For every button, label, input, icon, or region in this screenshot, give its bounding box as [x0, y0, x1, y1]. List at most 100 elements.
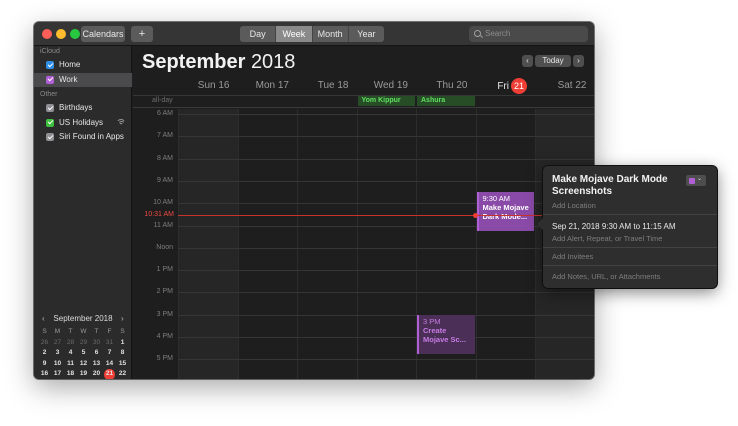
mini-day[interactable]: 26	[38, 338, 51, 349]
mini-day[interactable]: 12	[77, 359, 90, 370]
mini-day[interactable]: 15	[116, 359, 129, 370]
hour-label: 10 AM	[153, 199, 173, 207]
day-column[interactable]	[178, 109, 238, 379]
day-header[interactable]: Mon 17	[238, 78, 298, 94]
zoom-button[interactable]	[70, 29, 80, 39]
hour-gridline	[178, 180, 594, 182]
checkbox-icon[interactable]	[46, 118, 54, 127]
mini-day[interactable]: 9	[38, 359, 51, 370]
checkbox-icon[interactable]	[46, 104, 54, 112]
add-location-field[interactable]: Add Location	[552, 201, 596, 210]
hour-label: 11 AM	[153, 221, 173, 229]
all-day-event[interactable]: Ashura	[417, 96, 475, 106]
mini-day[interactable]: 5	[77, 348, 90, 359]
sidebar-group-label: Other	[40, 91, 58, 98]
checkbox-icon[interactable]	[46, 133, 54, 141]
next-week-button[interactable]: ›	[573, 55, 584, 67]
calendar-event[interactable]: 9:30 AM Make Mojave Dark Mode...	[476, 192, 534, 232]
tab-week[interactable]: Week	[276, 26, 313, 42]
event-date-time[interactable]: Sep 21, 2018 9:30 AM to 11:15 AM	[552, 222, 676, 231]
day-header-label: Fri	[497, 81, 509, 92]
calendar-color-picker[interactable]: ⌄	[686, 175, 706, 186]
search-input[interactable]: Search	[469, 26, 588, 42]
mini-day[interactable]: 4	[64, 348, 77, 359]
sidebar-item-work[interactable]: Work	[34, 72, 132, 87]
hour-label: 1 PM	[156, 266, 173, 274]
mini-day[interactable]: 28	[64, 338, 77, 349]
day-column[interactable]	[297, 109, 357, 379]
hour-label: 9 AM	[157, 176, 173, 184]
today-button[interactable]: Today	[535, 55, 571, 67]
calendar-event[interactable]: 3 PM Create Mojave Sc...	[417, 314, 475, 354]
mini-day[interactable]: 18	[64, 369, 77, 379]
day-header[interactable]: Sat 22	[535, 78, 594, 94]
sidebar-item-siri-found-in-apps[interactable]: Siri Found in Apps	[34, 130, 132, 144]
time-grid[interactable]: 6 AM 7 AM 8 AM 9 AM 10 AM 11 AM Noon 1 PM 2 PM 3 …	[133, 109, 594, 379]
sidebar-item-label: US Holidays	[59, 117, 104, 127]
mini-next-icon[interactable]: ›	[121, 313, 124, 325]
hour-gridline	[178, 314, 594, 316]
sidebar-item-us-holidays[interactable]: US Holidays	[34, 116, 132, 130]
tab-day[interactable]: Day	[240, 26, 277, 42]
prev-week-button[interactable]: ‹	[522, 55, 533, 67]
tab-month[interactable]: Month	[313, 26, 349, 42]
add-notes-field[interactable]: Add Notes, URL, or Attachments	[552, 272, 660, 281]
day-column[interactable]	[237, 109, 298, 379]
hour-gridline	[178, 247, 594, 249]
mini-day[interactable]: 31	[103, 338, 116, 349]
day-header[interactable]: Fri 21	[476, 78, 536, 94]
calendars-button[interactable]: Calendars	[81, 26, 125, 42]
all-day-event[interactable]: Yom Kippur	[357, 96, 415, 106]
mini-day[interactable]: 17	[51, 369, 64, 379]
checkbox-icon[interactable]	[46, 61, 54, 69]
mini-weekday-label: T	[94, 328, 99, 335]
event-time: 3 PM	[423, 316, 441, 326]
divider	[543, 247, 717, 248]
day-header[interactable]: Thu 20	[416, 78, 476, 94]
day-header[interactable]: Wed 19	[357, 78, 417, 94]
mini-day[interactable]: 10	[51, 359, 64, 370]
mini-day[interactable]: 27	[51, 338, 64, 349]
sidebar-item-label: Work	[59, 74, 78, 84]
calendar-window: Calendars + Day Week Month Year Search ‹ Se…	[34, 22, 594, 379]
mini-day[interactable]: 8	[116, 348, 129, 359]
close-button[interactable]	[42, 29, 52, 39]
mini-day[interactable]: 19	[77, 369, 90, 379]
sidebar-item-birthdays[interactable]: Birthdays	[34, 101, 132, 115]
day-header[interactable]: Tue 18	[297, 78, 357, 94]
minimize-button[interactable]	[56, 29, 66, 39]
day-column[interactable]	[356, 109, 417, 379]
mini-day[interactable]: 22	[116, 369, 129, 379]
current-time-label: 10:31 AM	[144, 210, 174, 218]
divider	[543, 214, 717, 215]
checkbox-icon[interactable]	[46, 75, 54, 84]
mini-day[interactable]: 11	[64, 359, 77, 370]
tab-year[interactable]: Year	[349, 26, 384, 42]
day-header[interactable]: Sun 16	[178, 78, 238, 94]
today-badge: 21	[511, 78, 527, 94]
mini-day[interactable]: 13	[90, 359, 103, 370]
mini-day[interactable]: 16	[38, 369, 51, 379]
popover-title[interactable]: Make Mojave Dark Mode Screenshots	[552, 174, 680, 198]
chevron-down-icon: ⌄	[697, 176, 703, 182]
mini-day[interactable]: 30	[90, 338, 103, 349]
mini-day[interactable]: 21	[103, 369, 116, 379]
sidebar-item-home[interactable]: Home	[34, 58, 132, 72]
search-icon	[474, 30, 481, 37]
mini-day[interactable]: 2	[38, 348, 51, 359]
mini-day[interactable]: 14	[103, 359, 116, 370]
mini-day[interactable]: 3	[51, 348, 64, 359]
mini-day[interactable]: 29	[77, 338, 90, 349]
add-alert-field[interactable]: Add Alert, Repeat, or Travel Time	[552, 234, 662, 243]
view-switcher: Day Week Month Year	[240, 26, 384, 42]
add-event-button[interactable]: +	[131, 26, 153, 42]
hour-label: 5 PM	[156, 355, 173, 363]
day-column[interactable]	[475, 109, 536, 379]
mini-day[interactable]: 7	[103, 348, 116, 359]
mini-day[interactable]: 20	[90, 369, 103, 379]
hour-label: 8 AM	[157, 154, 173, 162]
mini-day[interactable]: 6	[90, 348, 103, 359]
add-invitees-field[interactable]: Add Invitees	[552, 252, 593, 261]
mini-day[interactable]: 1	[116, 338, 129, 349]
hour-gridline	[178, 337, 594, 338]
